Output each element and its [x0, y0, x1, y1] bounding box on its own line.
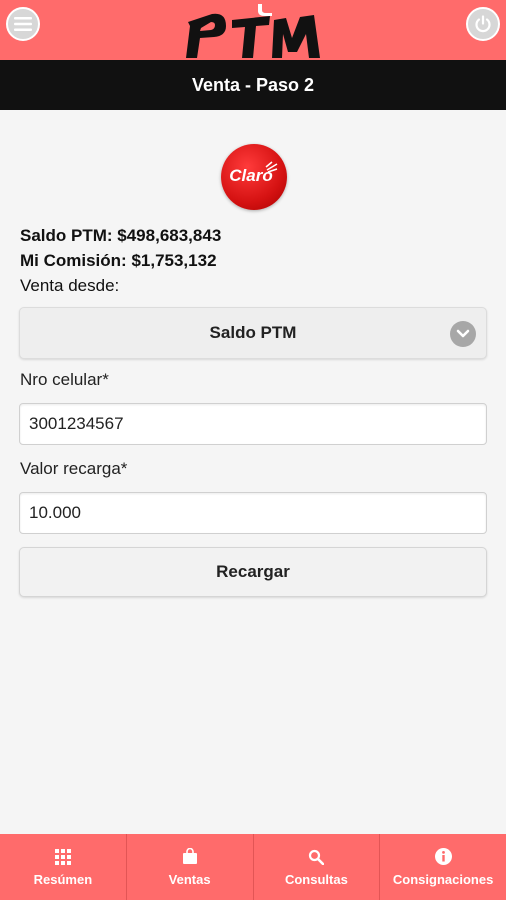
- nav-item-consultas[interactable]: Consultas: [254, 834, 381, 900]
- nav-item-resumen[interactable]: Resúmen: [0, 834, 127, 900]
- saldo-ptm: Saldo PTM: $498,683,843: [20, 226, 222, 245]
- info-icon: [434, 848, 452, 866]
- nav-item-label: Resúmen: [33, 871, 93, 887]
- nav-item-label: Consultas: [284, 871, 348, 887]
- menu-button[interactable]: [6, 7, 40, 41]
- valor-recarga-input[interactable]: [19, 492, 487, 534]
- nav-item-ventas[interactable]: Ventas: [127, 834, 254, 900]
- nro-celular-label: Nro celular*: [20, 370, 109, 389]
- recargar-button[interactable]: Recargar: [19, 547, 487, 597]
- nav-item-label: Consignaciones: [392, 871, 494, 887]
- shopping-bag-icon: [182, 848, 198, 866]
- hamburger-icon: [14, 17, 32, 31]
- nro-celular-input[interactable]: [19, 403, 487, 445]
- venta-desde-value: Saldo PTM: [209, 323, 297, 342]
- venta-desde-select[interactable]: Saldo PTM: [19, 307, 487, 359]
- valor-recarga-label: Valor recarga*: [20, 459, 128, 478]
- power-icon: [475, 15, 491, 33]
- nav-item-label: Ventas: [168, 871, 211, 887]
- grid-icon: [54, 848, 71, 866]
- ptm-logo: [186, 4, 320, 58]
- app-header: [0, 0, 506, 60]
- claro-logo: Claro: [221, 144, 287, 210]
- power-button[interactable]: [466, 7, 500, 41]
- venta-desde-label: Venta desde:: [20, 276, 120, 295]
- nav-item-consignaciones[interactable]: Consignaciones: [380, 834, 506, 900]
- chevron-down-icon: [450, 321, 476, 347]
- page-title: Venta - Paso 2: [0, 60, 506, 110]
- search-icon: [308, 848, 325, 866]
- bottom-nav: Resúmen Ventas Consultas Consignaciones: [0, 834, 506, 900]
- claro-rays-icon: [265, 161, 278, 173]
- mi-comision: Mi Comisión: $1,753,132: [20, 251, 217, 270]
